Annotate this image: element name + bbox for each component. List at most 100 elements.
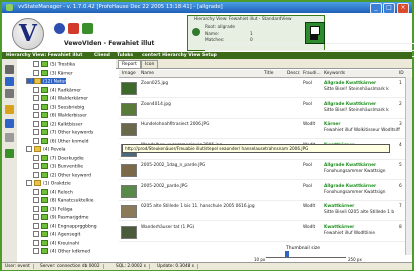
column-id[interactable]: ID [399,71,404,76]
tree-item[interactable]: (3) Seesbriebig [33,103,84,110]
refresh-icon[interactable] [5,149,14,158]
table-row[interactable]: 2005-2002_parde.JPG Pool Allgrade Kwattkär… [119,182,411,201]
tab-icon[interactable]: Icon [141,60,159,68]
expand-toggle-icon[interactable] [33,129,39,135]
cell-keyword-secondary: Fonohungsammer Kwattsign [324,189,386,195]
expand-toggle-icon[interactable] [33,214,39,220]
cell-name: Hundelohnahfitrasiect 2006.JPG [141,122,210,127]
thumbnail-size-slider[interactable] [266,251,346,258]
expand-toggle-icon[interactable] [33,171,39,178]
tree-item[interactable]: (4) Pevola [26,146,66,153]
expand-toggle-icon[interactable] [33,120,39,127]
tree-item[interactable]: (7) Doerkugdie [33,154,84,161]
thumbnail-image[interactable] [121,205,137,218]
thumbnail-image[interactable] [121,102,137,116]
column-keywords[interactable]: Keywords [324,71,345,76]
expand-toggle-icon[interactable] [33,188,39,195]
expand-toggle-icon[interactable] [33,248,39,254]
camera-icon[interactable] [82,23,93,34]
expand-toggle-icon[interactable] [33,137,39,144]
thumbnail-image[interactable] [121,225,137,239]
thumbnail-image[interactable] [121,164,137,177]
column-descr[interactable]: Descr. [287,71,301,76]
tree-item[interactable]: (4) Radkärner [33,86,81,93]
tree-item[interactable]: (6) Walderbisser [33,112,87,119]
tree-item[interactable]: (3) Feläga [33,205,73,212]
tree-item[interactable]: (3) Kärner [33,69,73,76]
expand-toggle-icon[interactable] [33,205,39,212]
cell-keyword-primary: Allgrade Kwattkärner [324,163,377,168]
expand-toggle-icon[interactable] [33,222,39,229]
vertical-scrollbar[interactable] [405,77,412,255]
table-row[interactable]: Zoon025.jpg Pool Allgrade Kwattkärner Sitte… [119,79,411,98]
tab-report[interactable]: Report [118,60,141,68]
expand-toggle-icon[interactable] [33,197,39,203]
folder-icon [41,239,48,246]
expand-toggle-icon[interactable] [33,112,39,118]
table-row[interactable]: 2005-2002_1dag_n_parde.JPG Pool Allgrade K… [119,161,411,180]
thumbnail-image[interactable] [121,123,137,136]
column-name[interactable]: Name [141,71,154,76]
tree-item[interactable]: (4) Agensegit [33,231,80,238]
expand-toggle-icon[interactable] [33,61,39,67]
column-fraud[interactable]: Fraudi... [303,71,321,76]
list-view-icon[interactable] [5,77,14,86]
brand-label: VewoVIden - Fewahiet illut [64,40,155,47]
tree-item-label: (9) Pasmarjgdme [50,215,89,221]
view-toggle-button[interactable] [305,22,325,44]
tree-item[interactable]: (4) Other kdkmed [33,248,91,255]
filter-icon[interactable] [5,89,14,98]
expand-toggle-icon[interactable] [26,180,32,186]
tree-item[interactable]: (5) Trostika [33,61,75,68]
expand-toggle-icon[interactable] [33,69,39,76]
table-row[interactable]: Hundelohnahfitrasiect 2006.JPG Wodlt Kärne… [119,120,411,139]
expand-toggle-icon[interactable] [26,78,32,84]
column-image[interactable]: Image [122,71,136,76]
tree-item[interactable]: (4) Kreuinahi [33,239,79,246]
expand-toggle-icon[interactable] [33,95,39,101]
expand-toggle-icon[interactable] [33,154,39,161]
column-title[interactable]: Title [264,71,273,76]
tree-item[interactable]: (8) Kanatcsuktelkie [33,197,94,204]
tree-item[interactable]: (4) Engnapprggbbng [33,222,97,229]
thumbnail-image[interactable] [121,184,137,198]
tree-item[interactable]: (2) Other keyword [33,171,91,178]
tree-item-label: (4) Walderkärner [50,96,88,102]
tree-item[interactable]: (12) Natur [26,78,67,85]
expand-toggle-icon[interactable] [33,163,39,169]
expand-toggle-icon[interactable] [26,146,32,152]
section-hierarchy-view[interactable]: Hierarchy View: Fewahiet illut [6,53,82,58]
folder-icon[interactable] [5,105,14,114]
info-icon[interactable] [5,119,14,128]
table-row[interactable]: Wanderhäuser tat (1.PG) Wodlt Kwattkärner F… [119,223,411,242]
tree-item[interactable]: (7) Other keywords [33,129,93,136]
expand-toggle-icon[interactable] [33,239,39,246]
section-setup[interactable]: contert Hierarchy View Setup [142,53,217,58]
tree-item[interactable]: (4) Walderkärner [33,95,88,102]
tree-view-icon[interactable] [5,65,14,74]
thumbnail-size-knob[interactable] [285,251,289,257]
tree-item[interactable]: (6) Uther knmeld [33,137,89,144]
expand-toggle-icon[interactable] [33,231,39,237]
tree-item[interactable]: (9) Pasmarjgdme [33,214,89,221]
thumbnail-size-label: Thumbnail size [286,246,320,251]
search-icon[interactable] [68,23,79,34]
table-row[interactable]: 0205 alte Stillede 1 bis 11. hanschule 2… [119,202,411,221]
expand-toggle-icon[interactable] [33,103,39,110]
tree-item[interactable]: (1) Orakdzie [26,180,71,187]
tree-item-label: (4) Other kdkmed [50,249,91,255]
settings-icon[interactable] [5,133,14,142]
prev-icon[interactable] [54,23,65,34]
folder-icon [41,188,48,195]
table-row[interactable]: Zoon4014.jpg Pool Allgrade Kwattkärner Sitt… [119,100,411,119]
tree-item[interactable]: (2) Kalktbisser [33,120,82,127]
tree-item-label: (6) Uther knmeld [50,139,89,144]
folder-icon [41,197,48,203]
section-tools[interactable]: Tuloks [117,53,133,58]
view-toggle-bottom-icon [310,34,318,40]
tree-item[interactable]: (3) Buxventilie [33,163,83,170]
expand-toggle-icon[interactable] [33,86,39,93]
tree-item[interactable]: (4) Reloch [33,188,73,195]
section-client[interactable]: Cliend [94,53,110,58]
thumbnail-image[interactable] [121,82,137,95]
